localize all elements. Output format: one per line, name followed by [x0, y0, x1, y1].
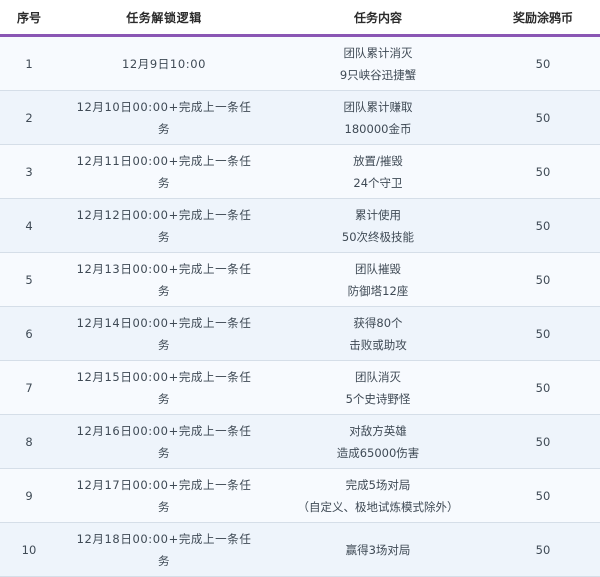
cell-unlock-text: 12月12日00:00+完成上一条任 务 [76, 207, 252, 244]
cell-reward: 50 [486, 323, 600, 345]
cell-content-text: 团队消灭 5个史诗野怪 [345, 369, 411, 406]
cell-content-text: 放置/摧毁 24个守卫 [353, 153, 403, 190]
cell-content-text: 对敌方英雄 造成65000伤害 [336, 423, 420, 460]
header-content: 任务内容 [353, 10, 402, 25]
cell-unlock: 12月17日00:00+完成上一条任 务 [58, 474, 270, 518]
table-row: 6 12月14日00:00+完成上一条任 务 获得80个 击败或助攻 50 [0, 307, 600, 361]
cell-unlock-text: 12月14日00:00+完成上一条任 务 [76, 315, 252, 352]
cell-reward-text: 50 [535, 56, 551, 71]
cell-index: 6 [0, 323, 58, 345]
cell-index-text: 5 [25, 272, 33, 287]
cell-unlock: 12月12日00:00+完成上一条任 务 [58, 204, 270, 248]
cell-content-text: 团队累计赚取 180000金币 [343, 99, 413, 136]
cell-content-text: 累计使用 50次终极技能 [341, 207, 415, 244]
cell-content-text: 团队累计消灭 9只峡谷迅捷蟹 [339, 45, 417, 82]
cell-unlock: 12月16日00:00+完成上一条任 务 [58, 420, 270, 464]
cell-reward-text: 50 [535, 326, 551, 341]
cell-reward-text: 50 [535, 434, 551, 449]
cell-content: 累计使用 50次终极技能 [270, 204, 486, 248]
cell-reward-text: 50 [535, 110, 551, 125]
table-row: 4 12月12日00:00+完成上一条任 务 累计使用 50次终极技能 50 [0, 199, 600, 253]
cell-unlock-text: 12月10日00:00+完成上一条任 务 [76, 99, 252, 136]
task-table: 序号 任务解锁逻辑 任务内容 奖励涂鸦币 1 12月9日10:00 团队累计消灭 9… [0, 0, 600, 577]
cell-index-text: 6 [25, 326, 33, 341]
cell-index-text: 8 [25, 434, 33, 449]
table-row: 2 12月10日00:00+完成上一条任 务 团队累计赚取 180000金币 50 [0, 91, 600, 145]
cell-index-text: 3 [25, 164, 33, 179]
cell-index: 4 [0, 215, 58, 237]
cell-index: 8 [0, 431, 58, 453]
cell-index: 9 [0, 485, 58, 507]
cell-index: 5 [0, 269, 58, 291]
table-body: 1 12月9日10:00 团队累计消灭 9只峡谷迅捷蟹 50 2 12月10日00:00+… [0, 37, 600, 577]
cell-reward: 50 [486, 269, 600, 291]
cell-unlock: 12月11日00:00+完成上一条任 务 [58, 150, 270, 194]
cell-unlock: 12月9日10:00 [58, 53, 270, 75]
cell-index-text: 4 [25, 218, 33, 233]
header-reward: 奖励涂鸦币 [512, 10, 573, 25]
cell-unlock: 12月15日00:00+完成上一条任 务 [58, 366, 270, 410]
cell-reward: 50 [486, 161, 600, 183]
table-row: 8 12月16日00:00+完成上一条任 务 对敌方英雄 造成65000伤害 50 [0, 415, 600, 469]
cell-index-text: 2 [25, 110, 33, 125]
cell-content: 团队摧毁 防御塔12座 [270, 258, 486, 302]
cell-unlock: 12月13日00:00+完成上一条任 务 [58, 258, 270, 302]
cell-reward-text: 50 [535, 488, 551, 503]
cell-index: 7 [0, 377, 58, 399]
table-row: 9 12月17日00:00+完成上一条任 务 完成5场对局 （自定义、极地试炼模式除… [0, 469, 600, 523]
cell-index-text: 7 [25, 380, 33, 395]
header-index: 序号 [16, 10, 41, 25]
cell-content-text: 完成5场对局 （自定义、极地试炼模式除外） [297, 477, 459, 514]
cell-content: 团队累计消灭 9只峡谷迅捷蟹 [270, 42, 486, 86]
cell-content: 获得80个 击败或助攻 [270, 312, 486, 356]
table-row: 5 12月13日00:00+完成上一条任 务 团队摧毁 防御塔12座 50 [0, 253, 600, 307]
cell-reward: 50 [486, 431, 600, 453]
table-row: 3 12月11日00:00+完成上一条任 务 放置/摧毁 24个守卫 50 [0, 145, 600, 199]
cell-content: 团队累计赚取 180000金币 [270, 96, 486, 140]
cell-content: 团队消灭 5个史诗野怪 [270, 366, 486, 410]
cell-reward: 50 [486, 53, 600, 75]
cell-reward-text: 50 [535, 164, 551, 179]
cell-unlock-text: 12月11日00:00+完成上一条任 务 [76, 153, 252, 190]
cell-reward: 50 [486, 485, 600, 507]
cell-unlock: 12月10日00:00+完成上一条任 务 [58, 96, 270, 140]
cell-index-text: 1 [25, 56, 33, 71]
cell-reward: 50 [486, 107, 600, 129]
cell-content: 完成5场对局 （自定义、极地试炼模式除外） [270, 474, 486, 518]
table-row: 10 12月18日00:00+完成上一条任 务赢得3场对局 50 [0, 523, 600, 577]
cell-content-text: 团队摧毁 防御塔12座 [347, 261, 409, 298]
cell-unlock: 12月14日00:00+完成上一条任 务 [58, 312, 270, 356]
table-row: 1 12月9日10:00 团队累计消灭 9只峡谷迅捷蟹 50 [0, 37, 600, 91]
cell-content-text: 获得80个 击败或助攻 [349, 315, 407, 352]
cell-unlock-text: 12月16日00:00+完成上一条任 务 [76, 423, 252, 460]
cell-index: 2 [0, 107, 58, 129]
cell-reward-text: 50 [535, 218, 551, 233]
cell-index-text: 9 [25, 488, 33, 503]
cell-unlock-text: 12月17日00:00+完成上一条任 务 [76, 477, 252, 514]
cell-unlock-text: 12月13日00:00+完成上一条任 务 [76, 261, 252, 298]
cell-reward-text: 50 [535, 272, 551, 287]
cell-index: 3 [0, 161, 58, 183]
cell-reward-text: 50 [535, 380, 551, 395]
cell-unlock-text: 12月9日10:00 [121, 56, 207, 71]
cell-content: 放置/摧毁 24个守卫 [270, 150, 486, 194]
cell-unlock-text: 12月15日00:00+完成上一条任 务 [76, 369, 252, 406]
cell-reward: 50 [486, 215, 600, 237]
cell-index: 1 [0, 53, 58, 75]
cell-reward: 50 [486, 377, 600, 399]
table-header: 序号 任务解锁逻辑 任务内容 奖励涂鸦币 [0, 0, 600, 37]
header-unlock: 任务解锁逻辑 [126, 10, 202, 25]
table-row: 7 12月15日00:00+完成上一条任 务 团队消灭 5个史诗野怪 50 [0, 361, 600, 415]
cell-content: 对敌方英雄 造成65000伤害 [270, 420, 486, 464]
